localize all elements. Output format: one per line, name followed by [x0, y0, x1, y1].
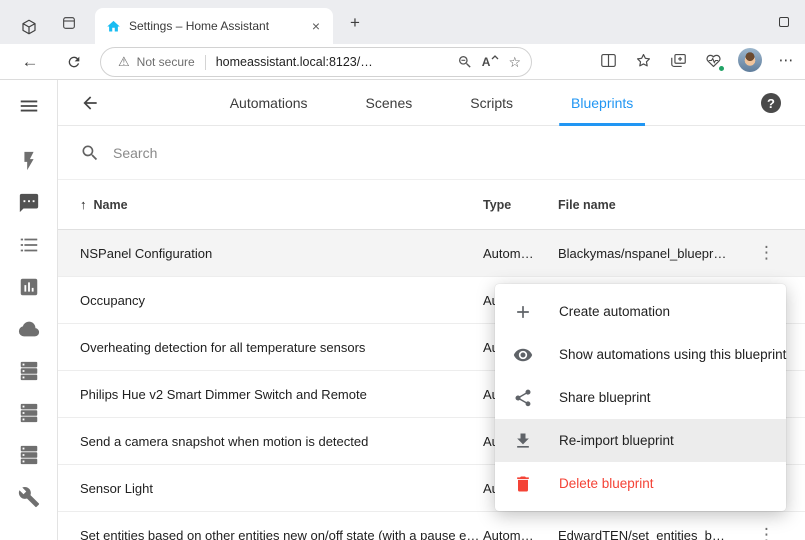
table-row[interactable]: Set entities based on other entities new…: [58, 512, 805, 540]
ha-back-button[interactable]: [80, 93, 100, 113]
row-name: Set entities based on other entities new…: [58, 512, 483, 540]
workspaces-icon[interactable]: [16, 14, 42, 40]
profile-avatar[interactable]: [738, 48, 762, 72]
row-type: Autom…: [483, 246, 558, 261]
active-tab[interactable]: Settings – Home Assistant ×: [95, 8, 333, 44]
split-screen-icon[interactable]: [598, 50, 619, 71]
search-bar: [58, 126, 805, 180]
maximize-button[interactable]: [774, 12, 794, 32]
maximize-icon: [779, 17, 789, 27]
menu-item-reimport-blueprint[interactable]: Re-import blueprint: [495, 419, 786, 462]
tab-automations[interactable]: Automations: [218, 80, 320, 126]
row-name: Sensor Light: [58, 465, 483, 512]
status-green-dot: [718, 65, 725, 72]
eye-icon: [513, 345, 533, 365]
sidebar-item-voice-assistant[interactable]: [18, 192, 40, 214]
column-name-label: Name: [94, 198, 128, 212]
not-secure-label[interactable]: Not secure: [137, 55, 195, 69]
row-menu-icon[interactable]: ⋮: [752, 523, 781, 540]
tab-layout-icon[interactable]: [56, 10, 82, 36]
back-button[interactable]: ←: [17, 49, 43, 75]
sidebar-item-tools[interactable]: [18, 486, 40, 508]
row-type: Autom…: [483, 528, 558, 540]
menu-item-label: Show automations using this blueprint: [559, 347, 786, 362]
menu-item-delete-blueprint[interactable]: Delete blueprint: [495, 462, 786, 505]
row-name: NSPanel Configuration: [58, 230, 483, 277]
row-file: EdwardTEN/set_entities_bas…: [558, 528, 728, 540]
search-input[interactable]: [113, 145, 513, 161]
zoom-out-icon[interactable]: [457, 54, 473, 70]
favorite-star-icon[interactable]: ☆: [508, 54, 521, 71]
browser-titlebar: Settings – Home Assistant × +: [0, 0, 805, 44]
download-icon: [513, 431, 533, 451]
menu-item-label: Create automation: [559, 304, 670, 319]
sidebar-item-server-1[interactable]: [18, 360, 40, 382]
row-file: Blackymas/nspanel_blueprin…: [558, 246, 728, 261]
favorites-hub-icon[interactable]: [633, 50, 654, 71]
url-text: homeassistant.local:8123/…: [216, 55, 448, 69]
row-name: Occupancy: [58, 277, 483, 324]
share-icon: [513, 388, 533, 408]
table-row[interactable]: NSPanel Configuration Autom… Blackymas/n…: [58, 230, 805, 277]
sidebar-item-server-2[interactable]: [18, 402, 40, 424]
address-divider: [205, 55, 206, 70]
menu-item-label: Re-import blueprint: [559, 433, 674, 448]
menu-item-label: Delete blueprint: [559, 476, 654, 491]
ha-tab-bar: Automations Scenes Scripts Blueprints: [218, 80, 646, 126]
sidebar-item-energy[interactable]: [18, 150, 40, 172]
sidebar-item-logbook[interactable]: [18, 234, 40, 256]
sidebar-item-cloud[interactable]: [18, 318, 40, 340]
menu-item-label: Share blueprint: [559, 390, 651, 405]
sidebar-menu-icon[interactable]: [18, 95, 40, 117]
row-name: Overheating detection for all temperatur…: [58, 324, 483, 371]
trash-icon: [513, 474, 533, 494]
search-icon: [80, 143, 100, 163]
sidebar-item-server-3[interactable]: [18, 444, 40, 466]
read-aloud-icon[interactable]: A: [482, 55, 500, 69]
column-header-name[interactable]: ↑ Name: [58, 197, 483, 212]
row-name: Send a camera snapshot when motion is de…: [58, 418, 483, 465]
address-bar[interactable]: ⚠ Not secure homeassistant.local:8123/… …: [100, 47, 532, 77]
not-secure-warning-icon: ⚠: [118, 54, 130, 70]
tab-title: Settings – Home Assistant: [129, 19, 309, 33]
menu-item-show-automations[interactable]: Show automations using this blueprint: [495, 333, 786, 376]
plus-icon: [513, 302, 533, 322]
help-button[interactable]: ?: [761, 93, 781, 113]
browser-essentials-icon[interactable]: [703, 50, 724, 71]
menu-item-create-automation[interactable]: Create automation: [495, 290, 786, 333]
home-assistant-favicon: [106, 19, 121, 34]
sidebar-item-history[interactable]: [18, 276, 40, 298]
row-menu-icon[interactable]: ⋮: [752, 241, 781, 265]
row-name: Philips Hue v2 Smart Dimmer Switch and R…: [58, 371, 483, 418]
collections-icon[interactable]: [668, 50, 689, 71]
browser-window: Settings – Home Assistant × + ← ⚠ Not se…: [0, 0, 805, 540]
tab-close-icon[interactable]: ×: [309, 19, 323, 33]
table-header: ↑ Name Type File name: [58, 180, 805, 230]
column-header-file[interactable]: File name: [558, 198, 728, 212]
ha-sidebar: [0, 80, 58, 540]
column-header-type[interactable]: Type: [483, 198, 558, 212]
ha-header: Automations Scenes Scripts Blueprints ?: [58, 80, 805, 126]
blueprint-context-menu: Create automation Show automations using…: [495, 284, 786, 511]
menu-item-share-blueprint[interactable]: Share blueprint: [495, 376, 786, 419]
tab-scripts[interactable]: Scripts: [458, 80, 525, 126]
settings-more-icon[interactable]: ⋯: [776, 50, 797, 71]
tab-blueprints[interactable]: Blueprints: [559, 80, 645, 126]
read-aloud-letter: A: [482, 55, 491, 69]
refresh-button[interactable]: [61, 49, 87, 75]
tab-scenes[interactable]: Scenes: [354, 80, 425, 126]
sort-ascending-icon: ↑: [80, 197, 87, 212]
new-tab-button[interactable]: +: [344, 12, 366, 34]
